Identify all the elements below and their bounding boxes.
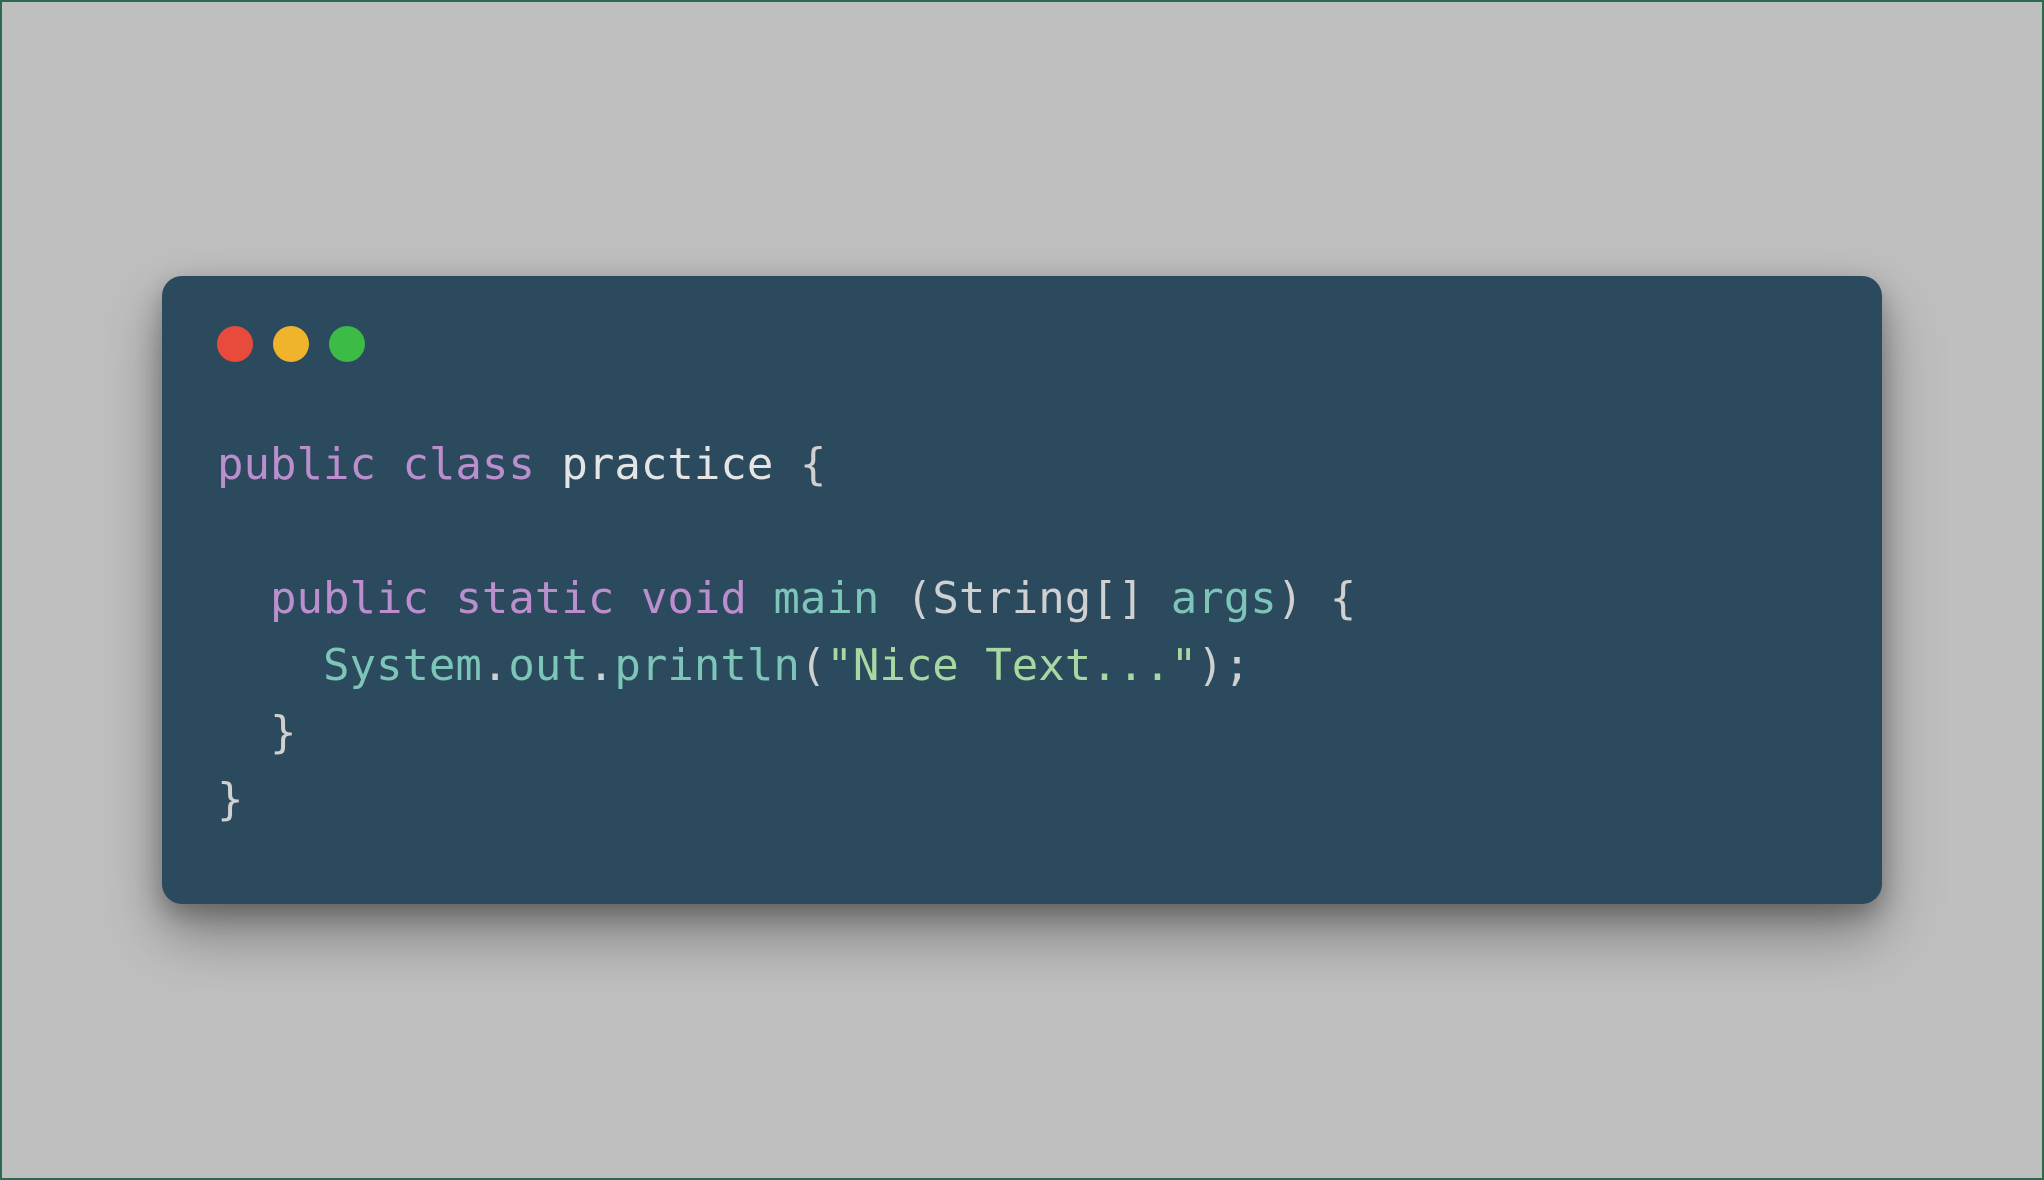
method-name: main <box>773 573 879 624</box>
brace-open: { <box>800 439 827 490</box>
class-name: practice <box>561 439 773 490</box>
window-controls <box>217 326 1827 362</box>
object-system: System <box>323 640 482 691</box>
paren-open: ( <box>906 573 933 624</box>
string-literal: "Nice Text..." <box>826 640 1197 691</box>
keyword-class: class <box>402 439 534 490</box>
keyword-static: static <box>455 573 614 624</box>
object-out: out <box>508 640 587 691</box>
dot: . <box>588 640 615 691</box>
paren-close: ) <box>1277 573 1304 624</box>
keyword-public: public <box>217 439 376 490</box>
paren-open: ( <box>800 640 827 691</box>
dot: . <box>482 640 509 691</box>
minimize-icon[interactable] <box>273 326 309 362</box>
type-name: String[] <box>932 573 1144 624</box>
paren-close: ) <box>1197 640 1224 691</box>
param-name: args <box>1171 573 1277 624</box>
semicolon: ; <box>1224 640 1251 691</box>
code-content: public class practice { public static vo… <box>217 432 1827 833</box>
maximize-icon[interactable] <box>329 326 365 362</box>
keyword-public: public <box>270 573 429 624</box>
brace-close: } <box>270 707 297 758</box>
brace-close: } <box>217 774 244 825</box>
code-window: public class practice { public static vo… <box>162 276 1882 903</box>
method-println: println <box>614 640 799 691</box>
close-icon[interactable] <box>217 326 253 362</box>
brace-open: { <box>1330 573 1357 624</box>
keyword-void: void <box>641 573 747 624</box>
